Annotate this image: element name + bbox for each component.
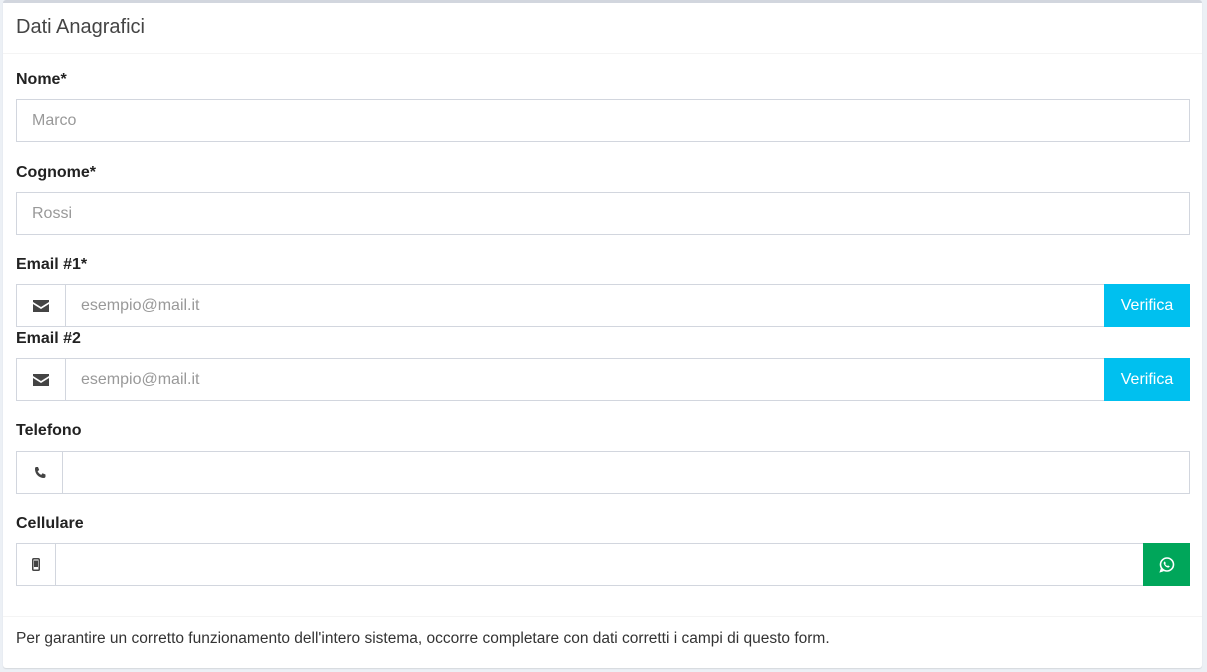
panel-title: Dati Anagrafici (16, 16, 145, 38)
whatsapp-icon (1158, 556, 1174, 573)
nome-input[interactable] (17, 100, 1189, 141)
nome-field-wrapper (16, 99, 1190, 142)
whatsapp-button[interactable] (1143, 543, 1190, 586)
phone-icon (17, 452, 63, 493)
cognome-label: Cognome* (16, 164, 96, 181)
cognome-field-wrapper (16, 192, 1190, 235)
email2-label: Email #2 (16, 330, 81, 347)
email1-input-group: Verifica (16, 284, 1190, 327)
email1-label: Email #1* (16, 256, 88, 273)
footer-note: Per garantire un corretto funzionamento … (16, 630, 830, 647)
nome-label: Nome* (16, 71, 67, 88)
email2-input-group: Verifica (16, 358, 1190, 401)
panel-header: Dati Anagrafici (3, 3, 1202, 54)
email2-verify-button[interactable]: Verifica (1104, 358, 1190, 401)
envelope-icon (17, 359, 66, 400)
telefono-label: Telefono (16, 422, 82, 439)
envelope-icon (17, 285, 66, 326)
email2-input[interactable] (66, 359, 1104, 400)
email1-verify-button[interactable]: Verifica (1104, 284, 1190, 327)
anagrafica-panel: Dati Anagrafici Nome* Cognome* Email #1*… (3, 0, 1202, 668)
email1-input[interactable] (66, 285, 1104, 326)
telefono-input[interactable] (63, 452, 1189, 493)
cellulare-label: Cellulare (16, 515, 84, 532)
cellulare-input[interactable] (56, 544, 1143, 585)
cellulare-input-group (16, 543, 1190, 586)
mobile-icon (17, 544, 56, 585)
telefono-input-group (16, 451, 1190, 494)
panel-footer: Per garantire un corretto funzionamento … (3, 616, 1202, 668)
cognome-input[interactable] (17, 193, 1189, 234)
